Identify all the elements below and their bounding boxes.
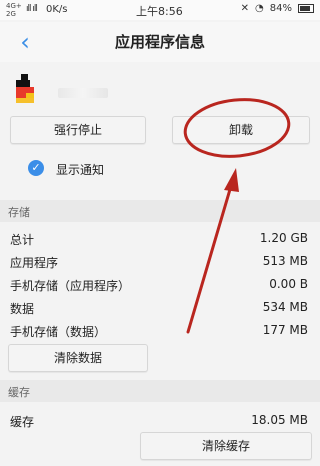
storage-row-total: 总计 1.20 GB — [0, 228, 320, 250]
storage-row-data: 数据 534 MB — [0, 297, 320, 319]
clear-cache-button[interactable]: 清除缓存 — [140, 432, 312, 460]
app-header: ‹ 应用程序信息 — [0, 22, 320, 62]
storage-row-app: 应用程序 513 MB — [0, 251, 320, 273]
notification-checkbox[interactable]: ✓ — [28, 160, 44, 176]
status-right: ✕ ◔ 84% — [241, 3, 314, 14]
network-type-top: 4G+ — [6, 2, 22, 10]
network-type-bottom: 2G — [6, 10, 16, 18]
storage-section-header: 存储 — [0, 200, 320, 222]
row-value: 534 MB — [262, 300, 308, 314]
app-name-blurred — [58, 88, 108, 98]
row-label: 手机存储（应用程序） — [10, 279, 131, 293]
cache-section-header: 缓存 — [0, 380, 320, 402]
row-label: 数据 — [10, 302, 35, 316]
row-label: 手机存储（数据） — [10, 325, 107, 339]
row-value: 177 MB — [262, 323, 308, 337]
mute-icon: ✕ — [240, 3, 250, 14]
wifi-icon: ◔ — [255, 3, 264, 14]
row-value: 0.00 B — [269, 277, 308, 291]
notification-label: 显示通知 — [56, 163, 105, 177]
cache-row: 缓存 18.05 MB — [0, 410, 320, 432]
clear-data-button[interactable]: 清除数据 — [8, 344, 148, 372]
clock: 上午8:56 — [136, 5, 183, 18]
battery-percent: 84% — [269, 3, 292, 14]
battery-icon — [298, 4, 314, 13]
uninstall-button[interactable]: 卸载 — [172, 116, 310, 144]
row-label: 缓存 — [10, 415, 35, 429]
force-stop-button[interactable]: 强行停止 — [10, 116, 146, 144]
storage-row-data-phone: 手机存储（数据） 177 MB — [0, 320, 320, 342]
row-value: 1.20 GB — [259, 231, 308, 245]
row-label: 应用程序 — [10, 256, 59, 270]
cache-section-title: 缓存 — [8, 386, 30, 399]
storage-section-title: 存储 — [8, 206, 30, 219]
pointer-arrow-head — [224, 168, 239, 192]
row-value: 18.05 MB — [251, 413, 308, 427]
status-bar: 4G+ 2G ıll ıll 0K/s 上午8:56 ✕ ◔ 84% — [0, 0, 320, 20]
page-title: 应用程序信息 — [114, 33, 205, 51]
signal-icon: ıll ıll — [26, 4, 38, 14]
app-icon — [16, 74, 34, 103]
row-value: 513 MB — [262, 254, 308, 268]
network-speed: 0K/s — [46, 4, 68, 15]
network-type: 4G+ 2G — [6, 2, 22, 18]
row-label: 总计 — [10, 233, 35, 247]
storage-row-app-phone: 手机存储（应用程序） 0.00 B — [0, 274, 320, 296]
